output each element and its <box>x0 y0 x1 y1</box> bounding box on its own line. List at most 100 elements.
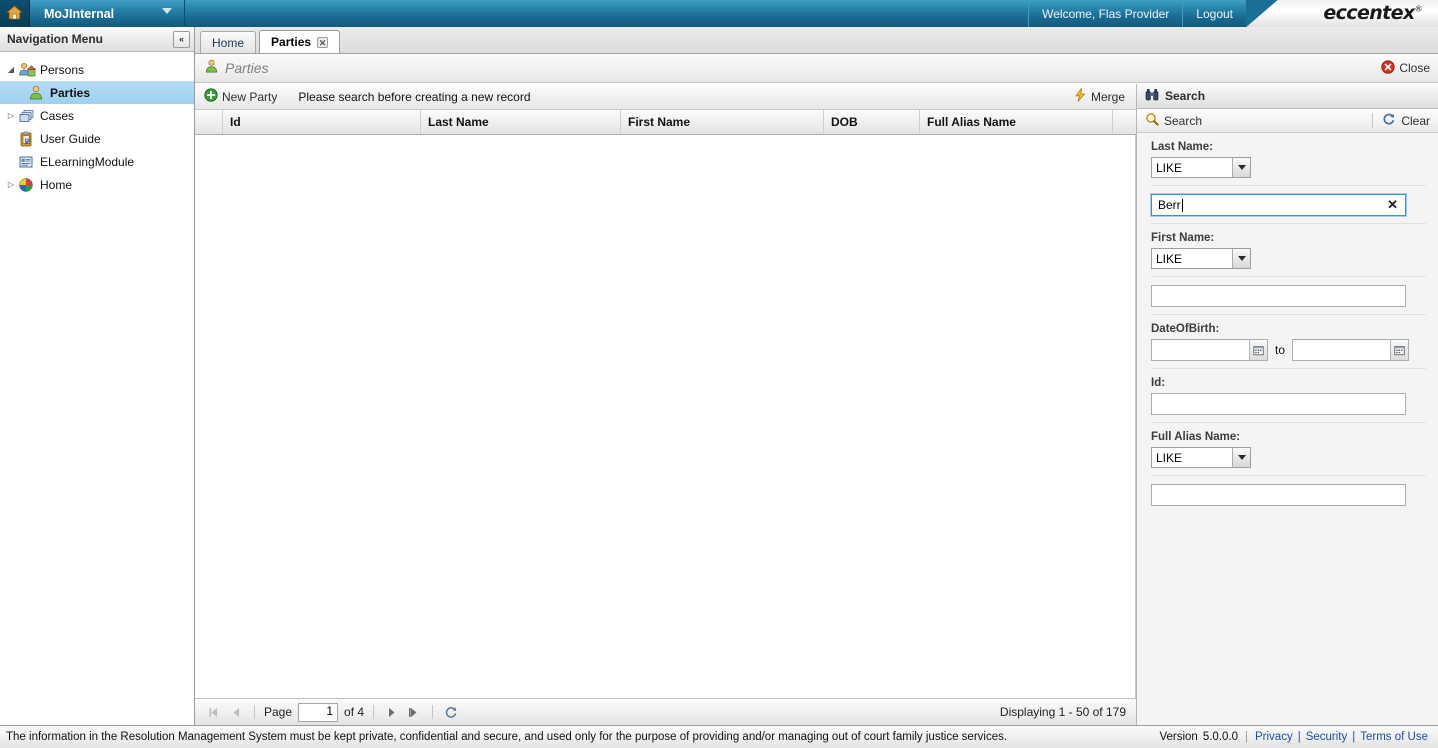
sidebar-item-home[interactable]: ▷ Home <box>0 173 194 196</box>
field-divider <box>1151 475 1426 476</box>
footer-link-separator: | <box>1352 731 1356 743</box>
section-divider <box>1151 422 1426 423</box>
lightning-icon <box>1074 87 1087 105</box>
first-page-button[interactable] <box>205 704 222 721</box>
page-title: Parties <box>225 60 269 76</box>
collapse-nav-button[interactable]: « <box>173 30 190 48</box>
sidebar-item-elearning-module[interactable]: ELearningModule <box>0 150 194 173</box>
version-label: Version <box>1159 731 1198 743</box>
field-label: Last Name: <box>1151 141 1213 153</box>
sidebar-item-cases[interactable]: ▷ Cases <box>0 104 194 127</box>
footer-disclaimer: The information in the Resolution Manage… <box>6 731 1008 743</box>
footer-link-separator: | <box>1297 731 1301 743</box>
close-page-button[interactable]: Close <box>1381 59 1430 77</box>
pager-separator <box>373 705 375 719</box>
grid-column-last-name[interactable]: Last Name <box>421 110 621 134</box>
first-name-input[interactable] <box>1151 285 1406 307</box>
refresh-arrow-icon <box>1382 112 1396 129</box>
action-toolbar: New Party Please search before creating … <box>195 84 1136 110</box>
grid-column-select[interactable] <box>195 110 223 134</box>
grid-header: Id Last Name First Name DOB Full Alias N… <box>195 110 1136 135</box>
clear-button[interactable]: Clear <box>1382 112 1430 129</box>
grid-column-dob[interactable]: DOB <box>824 110 920 134</box>
tab-home[interactable]: Home <box>200 31 257 53</box>
text-cursor <box>1181 198 1183 212</box>
security-link[interactable]: Security <box>1306 731 1348 743</box>
search-button-label: Search <box>1164 113 1203 128</box>
sidebar-item-parties[interactable]: Parties <box>0 81 194 104</box>
page-title-bar: Parties Close <box>195 54 1438 83</box>
clear-last-name-icon[interactable]: ✕ <box>1387 198 1398 212</box>
date-range-row: to <box>1151 339 1428 361</box>
close-page-label: Close <box>1399 61 1430 75</box>
dob-to-input[interactable] <box>1292 339 1410 361</box>
search-panel-header: Search <box>1137 84 1438 109</box>
search-panel: Search Search Clear Last Name: LIKE Berr… <box>1136 84 1438 725</box>
magnifier-icon <box>1145 112 1159 129</box>
last-page-button[interactable] <box>406 704 423 721</box>
privacy-link[interactable]: Privacy <box>1255 731 1293 743</box>
welcome-user-label: Welcome, Flas Provider <box>1028 0 1182 27</box>
expander-icon[interactable]: ▷ <box>4 111 18 120</box>
page-total-label: of 4 <box>344 705 365 719</box>
footer-separator: | <box>1245 731 1248 743</box>
grid-column-id[interactable]: Id <box>223 110 421 134</box>
next-page-button[interactable] <box>383 704 400 721</box>
navigation-header: Navigation Menu « <box>0 27 194 52</box>
first-name-operator-select[interactable]: LIKE <box>1151 248 1251 269</box>
grid-column-full-alias-name[interactable]: Full Alias Name <box>920 110 1113 134</box>
expander-icon[interactable]: ▷ <box>4 180 18 189</box>
home-button[interactable] <box>0 0 30 27</box>
app-name-label: MoJInternal <box>44 6 115 21</box>
sidebar-item-label: Parties <box>50 85 91 100</box>
top-header-bar: MoJInternal Welcome, Flas Provider Logou… <box>0 0 1438 27</box>
sidebar-item-user-guide[interactable]: User Guide <box>0 127 194 150</box>
new-party-button[interactable]: New Party <box>201 88 280 105</box>
full-alias-operator-select[interactable]: LIKE <box>1151 447 1251 468</box>
field-label: Id: <box>1151 377 1166 389</box>
calendar-icon[interactable] <box>1390 340 1409 360</box>
chevron-down-icon <box>162 8 172 14</box>
field-full-alias-name: Full Alias Name: LIKE <box>1151 431 1428 506</box>
grid-column-first-name[interactable]: First Name <box>621 110 824 134</box>
calendar-icon[interactable] <box>1249 340 1267 360</box>
version-number: 5.0.0.0 <box>1202 731 1238 743</box>
search-button[interactable]: Search <box>1145 112 1202 129</box>
logout-button[interactable]: Logout <box>1182 0 1246 27</box>
chevron-down-icon[interactable] <box>1232 448 1250 467</box>
sidebar-item-persons[interactable]: ◢ Persons <box>0 58 194 81</box>
field-last-name: Last Name: LIKE Berr ✕ <box>1150 141 1428 217</box>
section-divider <box>1151 223 1426 224</box>
home-icon <box>5 4 24 23</box>
search-panel-title: Search <box>1165 89 1206 103</box>
search-panel-toolbar: Search Clear <box>1137 109 1438 133</box>
chevron-down-icon[interactable] <box>1232 249 1250 268</box>
last-name-input[interactable]: Berr ✕ <box>1150 193 1407 217</box>
field-divider <box>1151 185 1426 186</box>
add-circle-icon <box>204 88 218 105</box>
refresh-icon[interactable] <box>442 704 459 721</box>
expander-icon[interactable]: ◢ <box>4 65 18 74</box>
pager-separator <box>432 705 434 719</box>
toolbar-separator <box>1372 113 1374 128</box>
section-divider <box>1151 314 1426 315</box>
close-icon[interactable]: ✕ <box>317 36 329 48</box>
terms-of-use-link[interactable]: Terms of Use <box>1360 731 1428 743</box>
persons-icon <box>18 62 37 78</box>
full-alias-name-input[interactable] <box>1151 484 1406 506</box>
merge-button[interactable]: Merge <box>1071 87 1128 105</box>
operator-value: LIKE <box>1156 160 1183 175</box>
party-icon <box>28 85 46 101</box>
last-name-operator-select[interactable]: LIKE <box>1151 157 1251 178</box>
party-icon <box>204 59 219 77</box>
app-selector[interactable]: MoJInternal <box>30 0 185 27</box>
navigation-header-title: Navigation Menu <box>7 32 104 46</box>
chevron-down-icon[interactable] <box>1232 158 1250 177</box>
prev-page-button[interactable] <box>228 704 245 721</box>
page-number-input[interactable]: 1 <box>298 702 339 722</box>
dob-from-input[interactable] <box>1151 339 1268 361</box>
field-label: Full Alias Name: <box>1151 431 1241 443</box>
id-input[interactable] <box>1151 393 1406 415</box>
brand-logo-text: eccentex® <box>1323 2 1422 24</box>
tab-parties[interactable]: Parties ✕ <box>259 30 341 53</box>
